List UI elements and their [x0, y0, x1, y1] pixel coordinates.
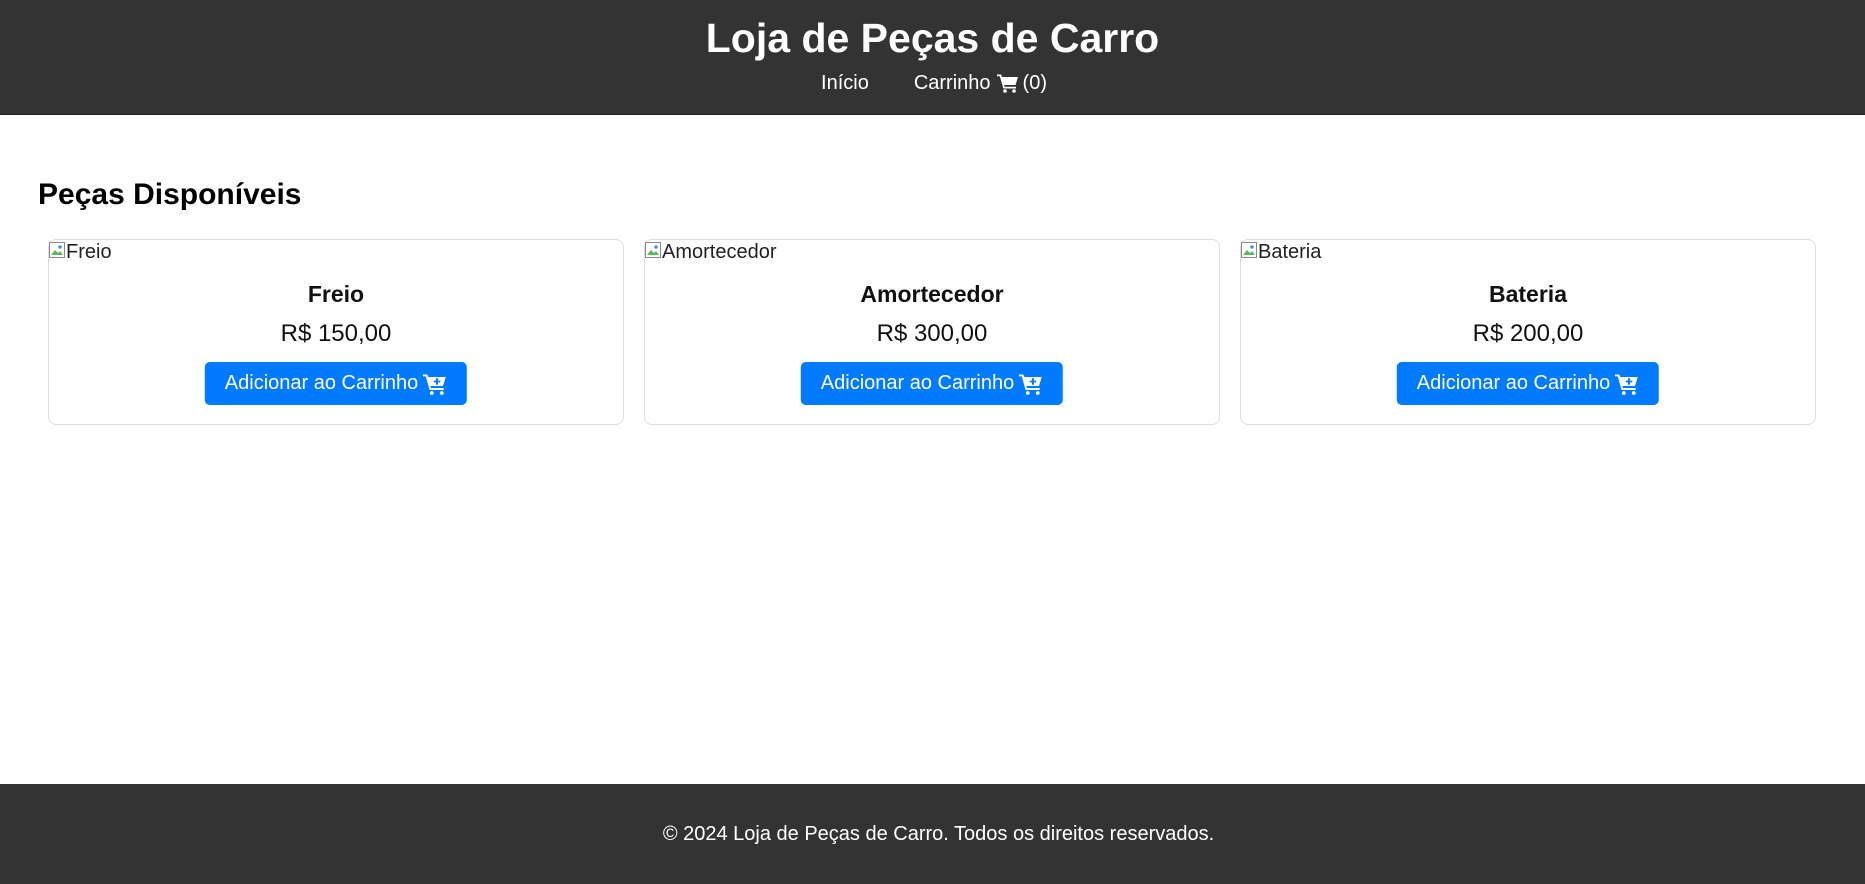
page: Loja de Peças de Carro Início Carrinho (…	[0, 0, 1865, 884]
product-image: Bateria	[1241, 240, 1321, 264]
product-image-alt: Amortecedor	[662, 241, 777, 263]
site-footer: © 2024 Loja de Peças de Carro. Todos os …	[0, 784, 1865, 884]
nav-cart-link[interactable]: Carrinho (0)	[914, 70, 1047, 96]
site-header: Loja de Peças de Carro Início Carrinho (…	[0, 0, 1865, 115]
product-image-alt: Freio	[66, 241, 112, 263]
product-image: Amortecedor	[645, 240, 777, 264]
cart-plus-icon	[1019, 374, 1043, 395]
add-to-cart-label: Adicionar ao Carrinho	[1416, 372, 1611, 394]
broken-image-icon	[49, 242, 65, 258]
broken-image-icon	[645, 242, 661, 258]
product-card: Amortecedor Amortecedor R$ 300,00 Adicio…	[644, 239, 1220, 425]
product-price: R$ 200,00	[1472, 320, 1584, 347]
product-price: R$ 300,00	[876, 320, 988, 347]
product-image: Freio	[49, 240, 112, 264]
product-name: Bateria	[1489, 281, 1567, 307]
add-to-cart-button[interactable]: Adicionar ao Carrinho	[800, 362, 1064, 405]
add-to-cart-button[interactable]: Adicionar ao Carrinho	[1396, 362, 1660, 405]
product-image-alt: Bateria	[1258, 241, 1322, 263]
add-to-cart-label: Adicionar ao Carrinho	[224, 372, 419, 394]
section-title: Peças Disponíveis	[38, 178, 302, 211]
product-card: Bateria Bateria R$ 200,00 Adicionar ao C…	[1240, 239, 1816, 425]
product-price: R$ 150,00	[280, 320, 392, 347]
add-to-cart-label: Adicionar ao Carrinho	[820, 372, 1015, 394]
site-title: Loja de Peças de Carro	[705, 15, 1160, 61]
cart-count: (0)	[1022, 72, 1047, 94]
product-name: Freio	[307, 281, 365, 307]
shopping-cart-icon	[996, 74, 1018, 93]
cart-plus-icon	[423, 374, 447, 395]
product-card: Freio Freio R$ 150,00 Adicionar ao Carri…	[48, 239, 624, 425]
nav-home-link[interactable]: Início	[821, 70, 869, 96]
main-nav: Início Carrinho (0)	[0, 70, 1865, 96]
product-name: Amortecedor	[860, 281, 1004, 307]
footer-copyright: © 2024 Loja de Peças de Carro. Todos os …	[662, 823, 1215, 845]
broken-image-icon	[1241, 242, 1257, 258]
cart-plus-icon	[1615, 374, 1639, 395]
product-grid: Freio Freio R$ 150,00 Adicionar ao Carri…	[48, 239, 1817, 425]
add-to-cart-button[interactable]: Adicionar ao Carrinho	[204, 362, 468, 405]
nav-cart-label: Carrinho	[913, 72, 991, 94]
